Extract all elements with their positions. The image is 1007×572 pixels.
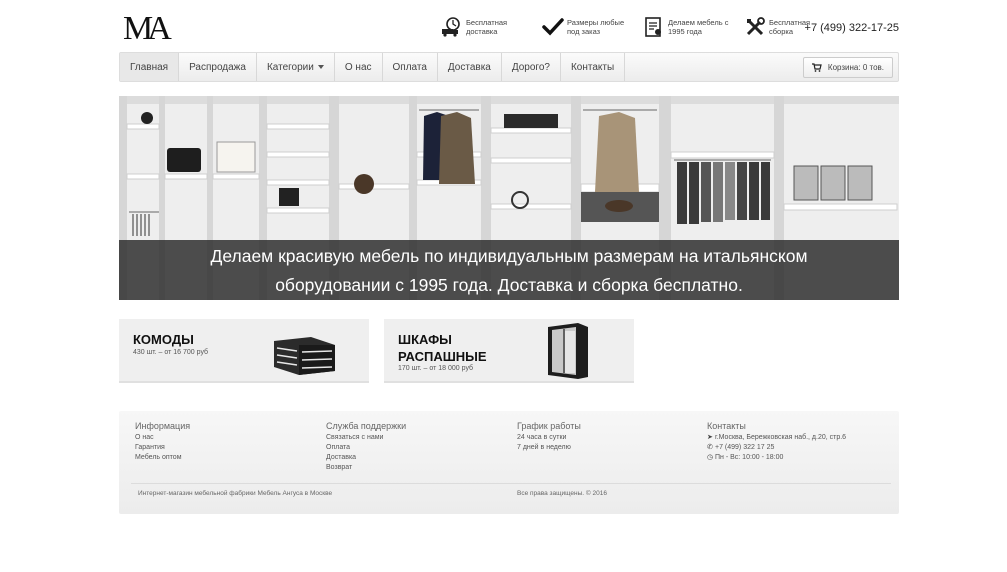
feature-sizes-text: Размеры любые под заказ: [567, 18, 625, 36]
category-title-dressers: КОМОДЫ: [133, 332, 194, 347]
footer-address: ➤ г.Москва, Бережковская наб., д.20, стр.…: [707, 433, 897, 443]
cart-icon: [811, 63, 822, 72]
nav-item-delivery[interactable]: Доставка: [438, 53, 502, 81]
footer-copyright-right: Все права защищены. © 2016: [517, 490, 607, 497]
location-arrow-icon: ➤: [707, 434, 713, 441]
footer-col-hours: График работы 24 часа в сутки 7 дней в н…: [517, 421, 707, 453]
nav-item-home[interactable]: Главная: [120, 53, 180, 81]
footer-copyright-left: Интернет-магазин мебельной фабрики Мебел…: [138, 490, 333, 497]
dresser-image: [274, 337, 335, 375]
footer-hours-week: 7 дней в неделю: [517, 444, 571, 451]
feature-since-text: Делаем мебель с 1995 года: [668, 18, 729, 36]
nav-item-expensive[interactable]: Дорого?: [502, 53, 561, 81]
nav-item-about[interactable]: О нас: [335, 53, 383, 81]
footer-address-text: г.Москва, Бережковская наб., д.20, стр.6: [715, 434, 847, 441]
feature-delivery-text: Бесплатная доставка: [466, 18, 508, 36]
nav-item-contacts[interactable]: Контакты: [561, 53, 626, 81]
footer-hours-day: 24 часа в сутки: [517, 434, 567, 441]
footer-divider: [131, 483, 891, 484]
category-subtitle-wardrobes: 170 шт. – от 18 000 руб: [398, 365, 474, 372]
footer-link-about[interactable]: О нас: [135, 433, 325, 443]
feature-since: Делаем мебель с 1995 года: [643, 16, 730, 38]
feature-sizes: Размеры любые под заказ: [542, 16, 629, 38]
footer-link-warranty[interactable]: Гарантия: [135, 443, 325, 453]
nav-item-categories-label: Категории: [266, 61, 314, 73]
phone-icon: ✆: [707, 444, 713, 451]
footer-link-delivery[interactable]: Доставка: [326, 453, 516, 463]
cart-button[interactable]: Корзина: 0 тов.: [802, 57, 893, 78]
tools-icon: [746, 17, 765, 36]
category-card-wardrobes[interactable]: ШКАФЫ РАСПАШНЫЕ 170 шт. – от 18 000 руб: [384, 319, 634, 383]
delivery-truck-icon: [442, 17, 460, 37]
main-nav: Главная Распродажа Категории О нас Оплат…: [119, 52, 899, 82]
footer-link-payment[interactable]: Оплата: [326, 443, 516, 453]
site-header: MA Бесплатная доставка Размеры любые под…: [119, 0, 899, 52]
footer-link-returns[interactable]: Возврат: [326, 463, 516, 473]
nav-item-sale[interactable]: Распродажа: [179, 53, 257, 81]
footer-schedule-text: Пн - Вс: 10:00 - 18:00: [715, 454, 784, 461]
footer-heading-info: Информация: [135, 421, 191, 431]
document-icon: [645, 17, 661, 37]
cart-label: Корзина: 0 тов.: [827, 63, 884, 72]
hero-caption: Делаем красивую мебель по индивидуальным…: [119, 240, 899, 300]
hero-banner[interactable]: Делаем красивую мебель по индивидуальным…: [119, 96, 899, 300]
checkmark-icon: [542, 18, 564, 36]
wardrobe-product-image: [548, 323, 588, 379]
hero-caption-line2: оборудовании с 1995 года. Доставка и сбо…: [275, 275, 743, 295]
caret-down-icon: [317, 65, 324, 69]
footer-link-wholesale[interactable]: Мебель оптом: [135, 453, 325, 463]
footer-col-contacts: Контакты ➤ г.Москва, Бережковская наб., д…: [707, 421, 897, 463]
header-features: Бесплатная доставка Размеры любые под за…: [441, 16, 845, 38]
hero-caption-line1: Делаем красивую мебель по индивидуальным…: [210, 246, 808, 266]
header-phone[interactable]: +7 (499) 322-17-25: [805, 22, 899, 34]
clock-icon: ◷: [707, 454, 714, 461]
footer-phone-text: +7 (499) 322 17 25: [715, 444, 775, 451]
nav-item-categories[interactable]: Категории: [257, 53, 335, 81]
footer-col-info: Информация О нас Гарантия Мебель оптом: [135, 421, 325, 463]
footer-phone[interactable]: ✆ +7 (499) 322 17 25: [707, 443, 897, 453]
category-subtitle-dressers: 430 шт. – от 16 700 руб: [133, 349, 209, 356]
footer-heading-support: Служба поддержки: [326, 421, 407, 431]
category-card-dressers[interactable]: КОМОДЫ 430 шт. – от 16 700 руб: [119, 319, 369, 383]
footer-heading-contacts: Контакты: [707, 421, 746, 431]
footer-col-support: Служба поддержки Связаться с нами Оплата…: [326, 421, 516, 473]
category-title-wardrobes: ШКАФЫ РАСПАШНЫЕ: [398, 332, 487, 364]
site-logo[interactable]: MA: [123, 12, 172, 46]
nav-item-payment[interactable]: Оплата: [383, 53, 438, 81]
footer-heading-hours: График работы: [517, 421, 581, 431]
footer-link-contact-us[interactable]: Связаться с нами: [326, 433, 516, 443]
site-footer: Информация О нас Гарантия Мебель оптом С…: [119, 411, 899, 514]
footer-schedule: ◷ Пн - Вс: 10:00 - 18:00: [707, 453, 897, 463]
feature-delivery: Бесплатная доставка: [441, 16, 528, 38]
